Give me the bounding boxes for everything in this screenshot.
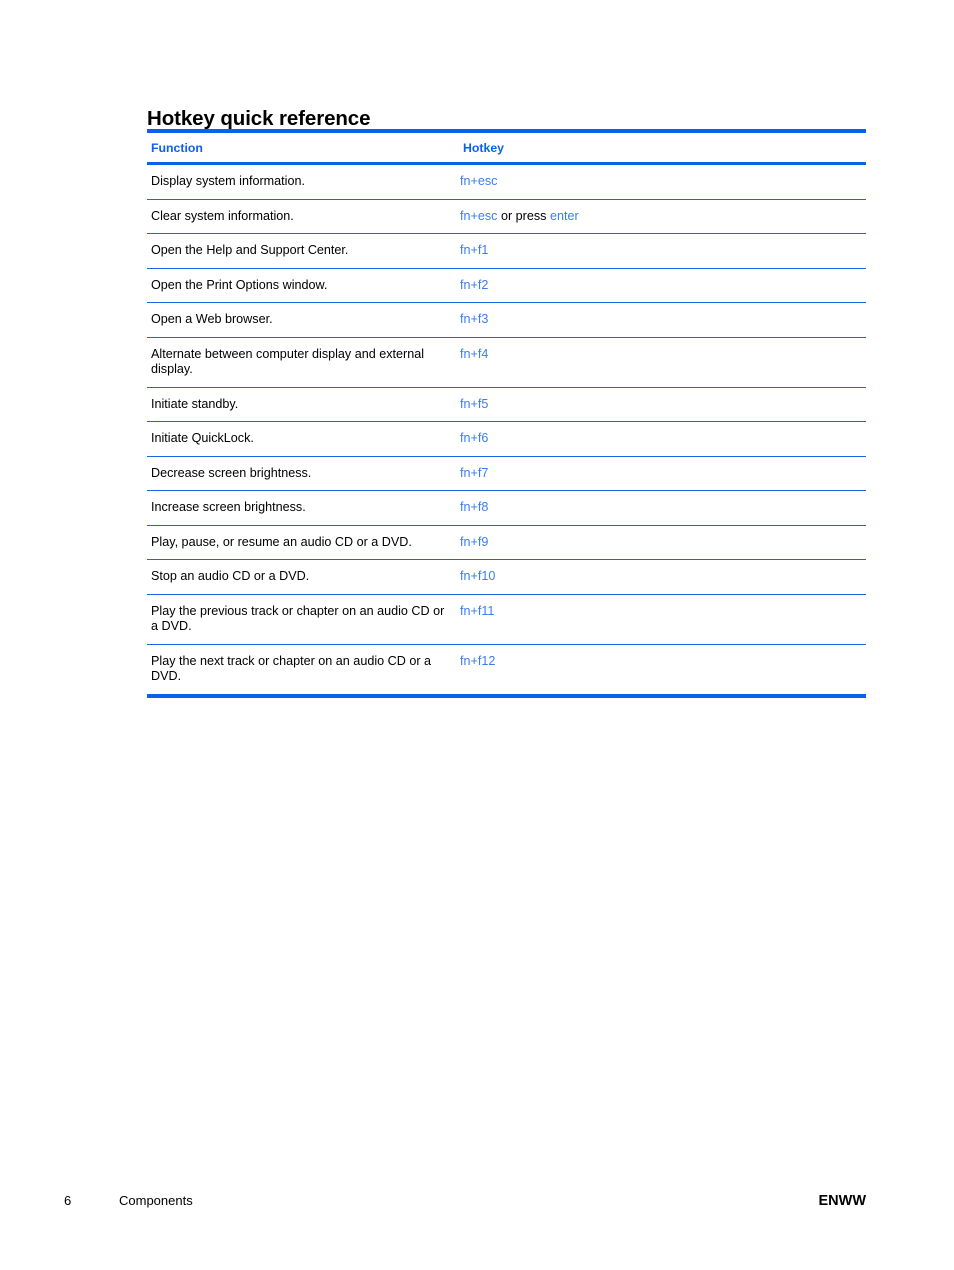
cell-function: Stop an audio CD or a DVD. — [147, 559, 459, 595]
cell-function: Play, pause, or resume an audio CD or a … — [147, 525, 459, 560]
cell-hotkey: fn+f2 — [459, 268, 866, 303]
table-row: Initiate standby. fn+f5 — [147, 387, 866, 422]
table-body: Display system information. fn+esc Clear s… — [147, 163, 866, 698]
table-header: Function Hotkey — [147, 129, 866, 165]
cell-function: Open a Web browser. — [147, 302, 459, 338]
footer-locale-code: ENWW — [818, 1193, 866, 1209]
hotkey-key-text: fn+f3 — [460, 312, 489, 326]
table-row: Stop an audio CD or a DVD. fn+f10 — [147, 559, 866, 595]
column-header-function: Function — [147, 129, 459, 165]
cell-hotkey: fn+f11 — [459, 594, 866, 645]
cell-hotkey: fn+f8 — [459, 490, 866, 526]
cell-hotkey: fn+f10 — [459, 559, 866, 595]
footer-page-number: 6 — [64, 1193, 72, 1208]
cell-function: Initiate standby. — [147, 387, 459, 422]
column-header-hotkey: Hotkey — [459, 129, 866, 165]
cell-hotkey: fn+f5 — [459, 387, 866, 422]
table-row: Display system information. fn+esc — [147, 163, 866, 200]
page-footer: 6 Components ENWW — [0, 1191, 954, 1213]
footer-chapter-name: Components — [119, 1193, 193, 1208]
cell-hotkey: fn+f9 — [459, 525, 866, 560]
hotkey-key-text: fn+esc — [460, 174, 498, 188]
cell-function: Increase screen brightness. — [147, 490, 459, 526]
hotkey-key-text: enter — [549, 208, 579, 223]
table-row: Play the previous track or chapter on an… — [147, 594, 866, 645]
cell-function: Initiate QuickLock. — [147, 421, 459, 457]
table-row: Alternate between computer display and e… — [147, 337, 866, 388]
document-page: Hotkey quick reference Function Hotkey D… — [0, 0, 954, 1270]
cell-function: Play the previous track or chapter on an… — [147, 594, 459, 645]
hotkey-key-text: fn+esc — [460, 208, 498, 223]
table-row: Open a Web browser. fn+f3 — [147, 302, 866, 338]
cell-hotkey: fn+f4 — [459, 337, 866, 388]
page-title: Hotkey quick reference — [147, 106, 371, 130]
cell-function: Display system information. — [147, 163, 459, 200]
table-row: Play, pause, or resume an audio CD or a … — [147, 525, 866, 560]
hotkey-key-text: fn+f1 — [460, 243, 489, 257]
cell-hotkey: fn+esc — [459, 163, 866, 200]
table-row: Play the next track or chapter on an aud… — [147, 644, 866, 698]
cell-hotkey: fn+f7 — [459, 456, 866, 491]
cell-hotkey: fn+f6 — [459, 421, 866, 457]
cell-function: Alternate between computer display and e… — [147, 337, 459, 388]
cell-function: Decrease screen brightness. — [147, 456, 459, 491]
table-row: Initiate QuickLock. fn+f6 — [147, 421, 866, 457]
hotkey-key-text: fn+f10 — [460, 569, 496, 583]
cell-hotkey: fn+f1 — [459, 233, 866, 269]
cell-hotkey: fn+esc or press enter — [459, 199, 866, 234]
cell-function: Open the Print Options window. — [147, 268, 459, 303]
hotkey-key-text: fn+f6 — [460, 431, 489, 445]
table-row: Increase screen brightness. fn+f8 — [147, 490, 866, 526]
table-row: Clear system information. fn+esc or press… — [147, 199, 866, 234]
table-row: Open the Help and Support Center. fn+f1 — [147, 233, 866, 269]
cell-function: Play the next track or chapter on an aud… — [147, 644, 459, 698]
hotkey-key-text: fn+f5 — [460, 396, 489, 411]
hotkey-key-text: fn+f2 — [460, 277, 489, 292]
table-row: Open the Print Options window. fn+f2 — [147, 268, 866, 303]
hotkey-key-text: fn+f8 — [460, 500, 489, 514]
cell-function: Clear system information. — [147, 199, 459, 234]
hotkey-key-text: fn+f7 — [460, 465, 489, 480]
hotkey-connector-text: or press — [497, 208, 550, 223]
table-row: Decrease screen brightness. fn+f7 — [147, 456, 866, 491]
hotkey-key-text: fn+f9 — [460, 534, 489, 549]
table-header-row: Function Hotkey — [147, 129, 866, 165]
hotkey-key-text: fn+f12 — [460, 653, 496, 668]
hotkey-key-text: fn+f11 — [460, 603, 495, 618]
hotkey-reference-table: Function Hotkey Display system informati… — [147, 129, 866, 698]
cell-hotkey: fn+f12 — [459, 644, 866, 698]
cell-function: Open the Help and Support Center. — [147, 233, 459, 269]
hotkey-key-text: fn+f4 — [460, 346, 489, 361]
cell-hotkey: fn+f3 — [459, 302, 866, 338]
